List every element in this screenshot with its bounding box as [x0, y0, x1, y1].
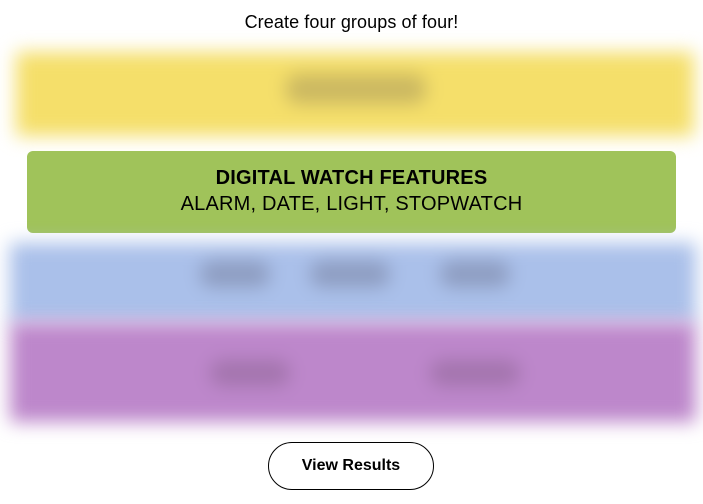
solved-group-card: DIGITAL WATCH FEATURES ALARM, DATE, LIGH… [27, 151, 676, 233]
hidden-group-yellow [16, 52, 694, 136]
solved-group-words: ALARM, DATE, LIGHT, STOPWATCH [180, 193, 523, 215]
view-results-button[interactable]: View Results [268, 442, 434, 490]
hidden-group-purple [10, 322, 696, 422]
hidden-group-blue [10, 243, 696, 323]
game-prompt: Create four groups of four! [244, 12, 459, 32]
solved-group-title: DIGITAL WATCH FEATURES [215, 167, 488, 189]
